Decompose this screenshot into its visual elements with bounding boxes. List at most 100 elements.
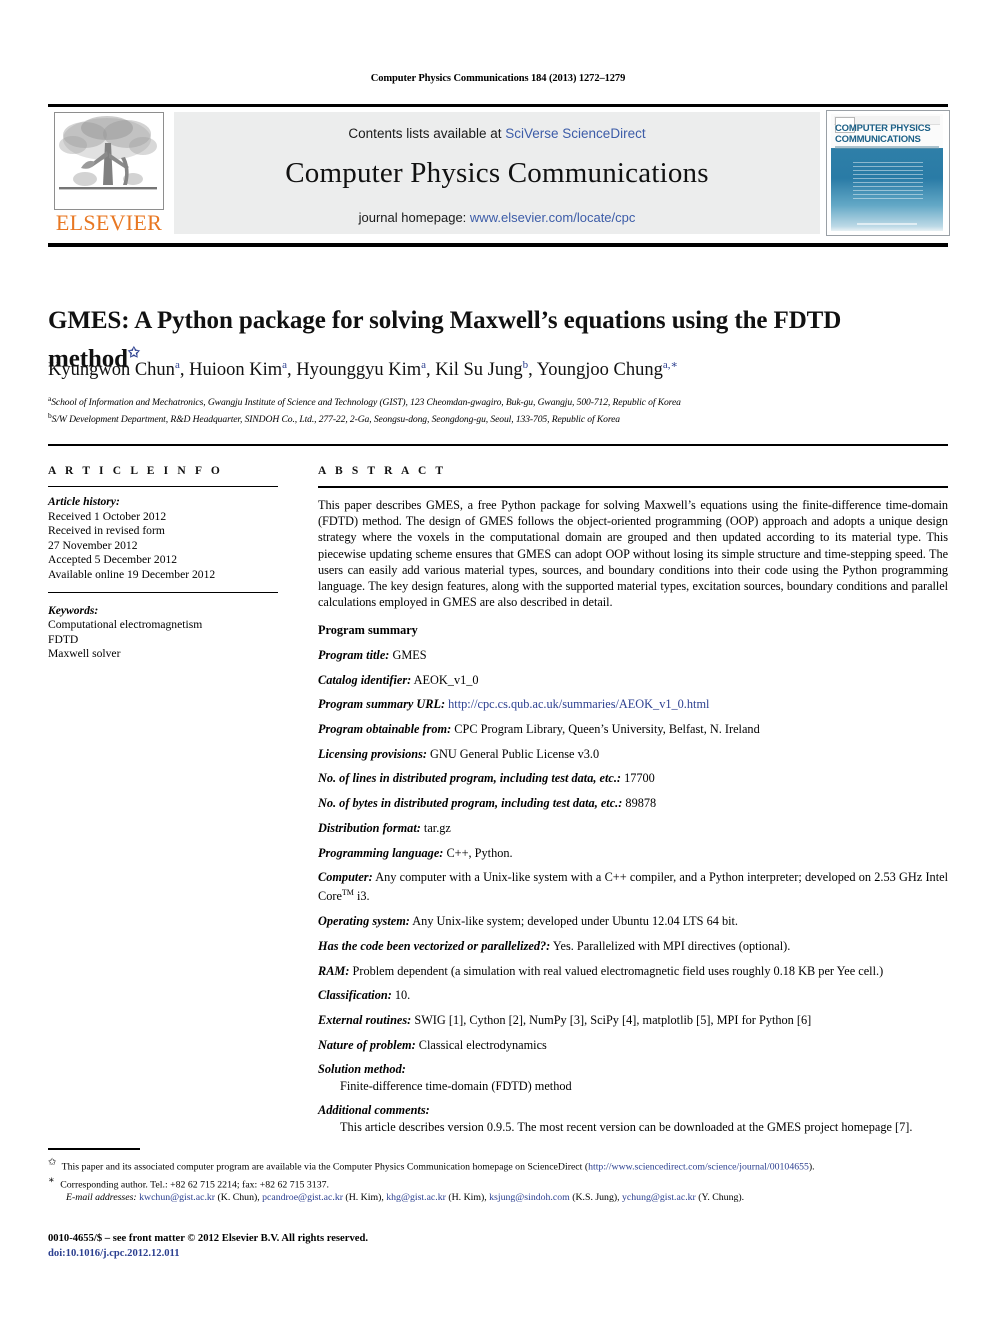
cover-title-line-1: COMPUTER PHYSICS [835,123,931,134]
program-summary-item-detail: Finite-difference time-domain (FDTD) met… [340,1078,572,1093]
journal-banner: Contents lists available at SciVerse Sci… [174,112,820,234]
email-link[interactable]: pcandroe@gist.ac.kr [262,1192,343,1203]
doi-link[interactable]: doi:10.1016/j.cpc.2012.12.011 [48,1246,748,1261]
author-name: Kyungwon Chun [48,360,175,381]
email-addresses-label: E-mail addresses: [66,1192,137,1204]
abstract-column: A B S T R A C T This paper describes GME… [318,465,948,1135]
email-owner: (H. Kim), [445,1192,490,1204]
program-summary-item: Operating system: Any Unix-like system; … [318,913,948,929]
keyword-item: FDTD [48,632,79,646]
program-summary-item-detail: This article describes version 0.9.5. Th… [340,1119,913,1134]
author-name: Hyounggyu Kim [296,360,422,381]
program-summary-item-label: No. of lines in distributed program, inc… [318,771,622,786]
cover-artwork: COMPUTER PHYSICS COMMUNICATIONS [831,114,943,231]
program-summary-heading: Program summary [318,623,418,638]
program-summary-item-label: Program summary URL: [318,697,446,712]
program-summary-item-value: Yes. Parallelized with MPI directives (o… [550,938,791,953]
footnote-star-text-post: ). [808,1161,815,1173]
author-separator: , [179,360,190,381]
program-summary-url-link[interactable]: http://cpc.cs.qub.ac.uk/summaries/AEOK_v… [448,697,709,711]
affiliation-a-text: School of Information and Mechatronics, … [51,397,681,409]
program-summary-item-value: AEOK_v1_0 [411,672,479,687]
program-summary-item-label: Classification: [318,988,392,1003]
program-summary-item: Program title: GMES [318,647,948,663]
email-owner: (H. Kim), [342,1192,387,1204]
corresponding-author-text: Corresponding author. Tel.: +82 62 715 2… [57,1178,329,1190]
history-line: Received in revised form [48,524,165,538]
sciencedirect-link[interactable]: SciVerse ScienceDirect [505,126,645,141]
author-name: Huioon Kim [189,360,283,381]
affiliation-b-text: S/W Development Department, R&D Headquar… [51,414,620,426]
footnote-asterisk-marker: ∗ [48,1174,55,1186]
email-link[interactable]: khg@gist.ac.kr [386,1192,446,1203]
program-summary-item-label: Operating system: [318,914,410,929]
program-summary-item: Classification: 10. [318,987,948,1003]
program-summary-item: Nature of problem: Classical electrodyna… [318,1037,948,1053]
program-summary-item-label: Solution method: [318,1062,406,1077]
program-summary-item-value: tar.gz [420,820,451,835]
program-summary-item: Programming language: C++, Python. [318,845,948,861]
imprint-block: 0010-4655/$ – see front matter © 2012 El… [48,1231,748,1261]
author-separator: , [528,360,537,381]
email-addresses-line: E-mail addresses: kwchun@gist.ac.kr (K. … [48,1191,948,1204]
article-info-heading: A R T I C L E I N F O [48,465,223,477]
sciencedirect-journal-link[interactable]: http://www.sciencedirect.com/science/jou… [588,1161,809,1172]
email-link[interactable]: ksjung@sindoh.com [489,1192,570,1203]
contents-prefix: Contents lists available at [348,126,506,141]
program-summary-item-value: C++, Python. [443,845,513,860]
program-summary-item-label: Nature of problem: [318,1037,416,1052]
program-summary-item-label: Licensing provisions: [318,746,427,761]
homepage-prefix: journal homepage: [358,210,470,225]
program-summary-item-label: Computer: [318,870,373,885]
elsevier-wordmark: ELSEVIER [55,210,163,235]
keywords-block: Keywords: Computational electromagnetism… [48,604,298,662]
program-summary-item: No. of lines in distributed program, inc… [318,770,948,786]
program-summary-item-value: 17700 [621,771,655,786]
program-summary-item: Program obtainable from: CPC Program Lib… [318,721,948,737]
program-summary-item-label: Additional comments: [318,1103,430,1118]
email-link[interactable]: ychung@gist.ac.kr [622,1192,696,1203]
program-summary-item-value: GMES [389,647,427,662]
footnote-star-marker: ✩ [48,1157,57,1168]
history-line: 27 November 2012 [48,538,138,552]
program-summary-item: No. of bytes in distributed program, inc… [318,795,948,811]
trademark-marker: TM [341,888,354,898]
program-summary-item: Licensing provisions: GNU General Public… [318,746,948,762]
running-head: Computer Physics Communications 184 (201… [370,73,626,84]
body-top-rule [48,444,948,446]
email-link[interactable]: kwchun@gist.ac.kr [139,1192,215,1203]
masthead-bottom-rule [48,243,948,247]
keywords-label: Keywords: [48,603,99,617]
history-line: Accepted 5 December 2012 [48,553,178,567]
cover-journal-title: COMPUTER PHYSICS COMMUNICATIONS [831,123,947,145]
author-name: Youngjoo Chung [536,360,663,381]
article-info-rule-2 [48,591,278,593]
program-summary-item-value: Classical electrodynamics [415,1037,547,1052]
program-summary-item-value: Any computer with a Unix-like system wit… [318,870,948,904]
history-line: Received 1 October 2012 [48,509,167,523]
cover-subtitle-rule [835,146,939,149]
journal-title: Computer Physics Communications [285,157,709,189]
cover-footer-rule [857,223,917,225]
footnotes: ✩ This paper and its associated computer… [48,1156,948,1205]
abstract-rule [318,486,948,488]
program-summary-item-label: Programming language: [318,845,444,860]
keyword-item: Computational electromagnetism [48,618,203,632]
email-list: kwchun@gist.ac.kr (K. Chun), pcandroe@gi… [139,1192,744,1203]
keyword-item: Maxwell solver [48,647,121,661]
program-summary-item: Has the code been vectorized or parallel… [318,938,948,954]
program-summary-item-label: RAM: [318,963,350,978]
affiliation-a: aSchool of Information and Mechatronics,… [48,392,938,409]
journal-homepage-line: journal homepage: www.elsevier.com/locat… [174,210,820,225]
program-summary-item-value: Problem dependent (a simulation with rea… [349,963,884,978]
email-owner: (K. Chun), [215,1192,263,1204]
journal-homepage-link[interactable]: www.elsevier.com/locate/cpc [470,210,635,225]
program-summary-item: Computer: Any computer with a Unix-like … [318,869,948,905]
article-first-page: Computer Physics Communications 184 (201… [0,0,992,1323]
cover-title-line-2: COMMUNICATIONS [835,133,921,145]
program-summary-item: Program summary URL: http://cpc.cs.qub.a… [318,696,948,712]
program-summary-item-value: CPC Program Library, Queen’s University,… [451,722,760,737]
program-summary-item-label: Has the code been vectorized or parallel… [318,938,551,953]
author-separator: , [426,360,436,381]
program-summary-item-value: 89878 [622,796,657,811]
